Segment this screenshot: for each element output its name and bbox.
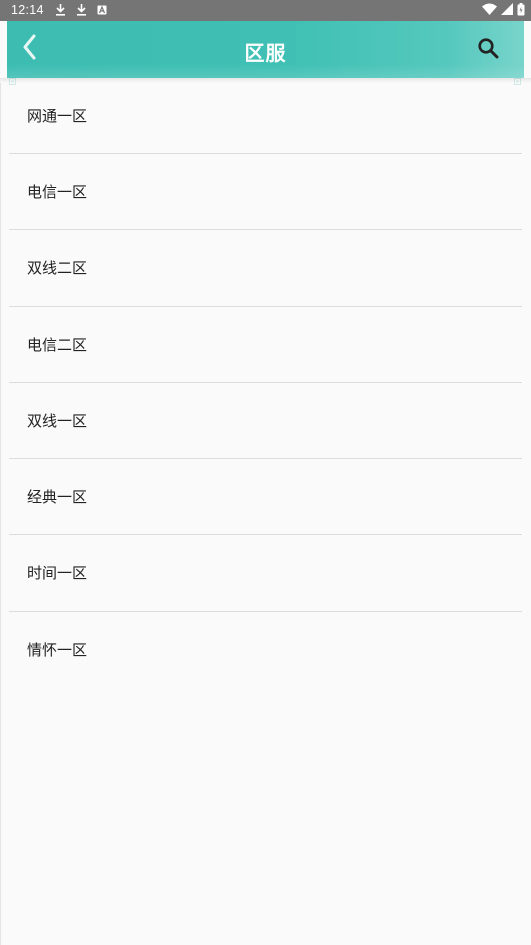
server-label: 电信一区 — [27, 183, 88, 201]
list-item[interactable]: 时间一区 — [0, 535, 531, 612]
list-item[interactable]: 电信一区 — [0, 154, 531, 231]
server-label: 网通一区 — [27, 107, 88, 125]
keyboard-icon — [97, 4, 107, 18]
list-item[interactable]: 网通一区 — [0, 78, 531, 154]
status-system-icons — [482, 2, 525, 19]
wifi-icon — [482, 3, 497, 18]
server-label: 情怀一区 — [27, 640, 88, 659]
signal-icon — [501, 3, 513, 18]
battery-icon — [517, 2, 525, 19]
list-item[interactable]: 双线一区 — [0, 383, 531, 460]
corner-marker-icon — [514, 70, 521, 85]
status-bar: 12:14 — [0, 0, 531, 21]
server-label: 经典一区 — [27, 488, 88, 507]
list-item[interactable]: 经典一区 — [0, 459, 531, 536]
server-label: 双线一区 — [27, 411, 88, 430]
list-item[interactable]: 情怀一区 — [0, 612, 531, 688]
server-label: 时间一区 — [27, 564, 88, 583]
app-bar: 区服 — [7, 21, 524, 78]
search-button[interactable] — [476, 38, 500, 62]
page-title: 区服 — [244, 41, 287, 65]
list-item[interactable]: 电信二区 — [0, 307, 531, 383]
status-notification-icons — [55, 3, 107, 18]
search-icon — [477, 37, 499, 63]
list-item[interactable]: 双线二区 — [0, 230, 531, 307]
server-label: 电信二区 — [27, 335, 88, 354]
server-list: 网通一区 电信一区 双线二区 电信二区 双线一区 经典一区 时间一区 情怀一区 — [0, 78, 531, 688]
server-label: 双线二区 — [27, 259, 88, 278]
status-time: 12:14 — [11, 3, 44, 17]
corner-marker-icon — [9, 70, 16, 85]
download-icon — [55, 3, 66, 19]
download-icon — [76, 3, 87, 19]
